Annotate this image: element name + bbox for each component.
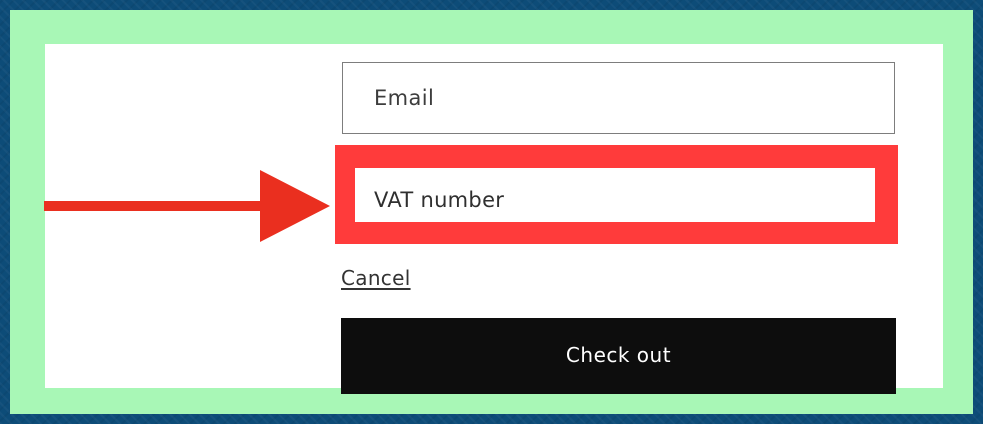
red-arrow-icon [44,170,330,242]
email-placeholder: Email [374,86,435,110]
vat-number-placeholder: VAT number [374,188,505,212]
vat-number-field[interactable]: VAT number [355,168,875,222]
red-arrow-shape [44,170,330,242]
cancel-link[interactable]: Cancel [341,266,411,290]
email-field[interactable]: Email [342,62,895,134]
checkout-button[interactable]: Check out [341,318,896,394]
